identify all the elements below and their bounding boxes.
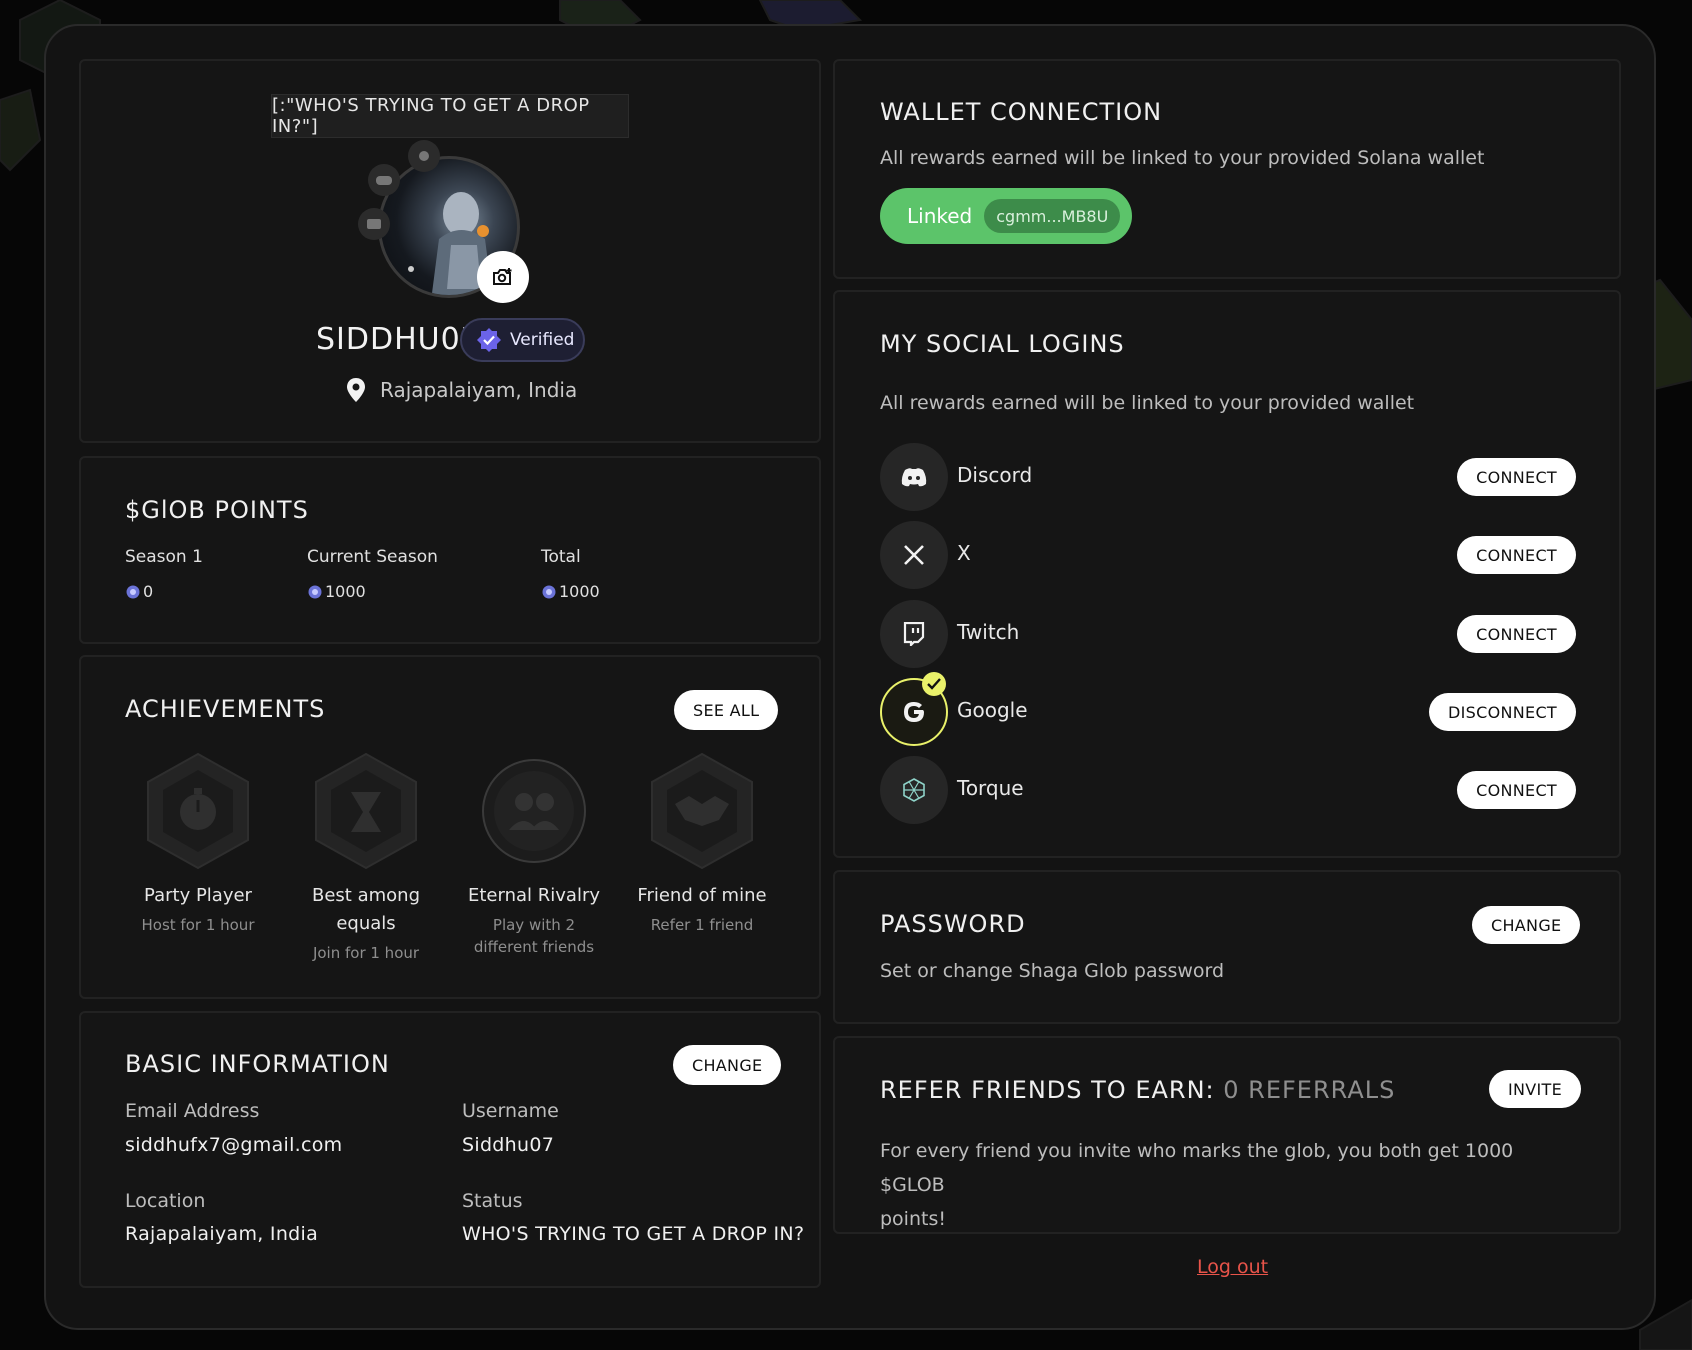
achievement-title: Friend of mine [637,885,767,906]
logout-link[interactable]: Log out [1197,1256,1268,1278]
password-description: Set or change Shaga Glob password [880,960,1225,982]
wallet-address: cgmm...MB8U [984,199,1121,233]
invite-button[interactable]: INVITE [1489,1070,1582,1108]
achievement-friend-of-mine: Friend of mine Refer 1 friend [627,752,777,936]
glob-token-icon [126,585,140,598]
x-icon [880,521,948,589]
social-name: Torque [957,776,1024,800]
achievement-sub: Refer 1 friend [650,916,754,934]
refer-description-line2: points! [880,1208,946,1230]
username-label: Username [462,1100,559,1122]
achievement-eternal-rivalry: Eternal Rivalry Play with 2 different fr… [459,752,609,958]
achievement-sub: Join for 1 hour [312,944,420,962]
points-value: 0 [143,582,154,601]
social-row-twitch: Twitch CONNECT [880,600,1576,668]
achievement-best-among-equals: Best among equals Join for 1 hour [291,752,441,964]
verified-label: Verified [510,330,575,350]
profile-username: SIDDHU07 [316,322,481,357]
connect-discord-button[interactable]: CONNECT [1457,458,1576,496]
satellite-icon [408,140,440,172]
see-all-button[interactable]: SEE ALL [674,690,779,730]
verified-badge: Verified [460,318,585,362]
points-label-total: Total [541,547,581,567]
avatar-area [356,138,532,314]
linked-wallet-pill[interactable]: Linked cgmm...MB8U [880,188,1132,244]
social-row-discord: Discord CONNECT [880,443,1576,511]
connect-torque-button[interactable]: CONNECT [1457,771,1576,809]
email-value: siddhufx7@gmail.com [125,1134,343,1156]
connect-x-button[interactable]: CONNECT [1457,536,1576,574]
stopwatch-icon [147,752,249,870]
social-row-x: X CONNECT [880,521,1576,589]
hourglass-icon [315,752,417,870]
glob-points-title: $GlOB POINTS [125,496,309,524]
refer-title-text: REFER FRIENDS TO EARN: [880,1076,1215,1104]
points-label-season1: Season 1 [125,547,203,567]
points-value: 1000 [325,582,366,601]
achievement-title: Best among equals [312,885,420,934]
social-row-google: Google DISCONNECT [880,672,1576,746]
achievement-title: Party Player [144,885,252,906]
status-label: Status [462,1190,523,1212]
achievement-sub: Play with 2 different friends [473,916,595,956]
referral-count: 0 REFERRALS [1223,1076,1396,1104]
points-value-total: 1000 [541,582,600,601]
social-description: All rewards earned will be linked to you… [880,392,1415,414]
password-card [833,870,1621,1024]
glob-token-icon [542,585,556,598]
refer-description: For every friend you invite who marks th… [880,1134,1580,1236]
wallet-title: WALLET CONNECTION [880,98,1163,126]
glob-token-icon [308,585,322,598]
achievements-title: ACHIEVEMENTS [125,695,326,723]
wallet-connection-card [833,59,1621,279]
disconnect-google-button[interactable]: DISCONNECT [1429,693,1576,731]
wallet-description: All rewards earned will be linked to you… [880,147,1485,169]
change-basic-info-button[interactable]: CHANGE [673,1045,782,1085]
video-icon [358,208,390,240]
gamepad-icon [368,164,400,196]
username-value: Siddhu07 [462,1134,555,1156]
torque-icon [880,756,948,824]
status-value: WHO'S TRYING TO GET A DROP IN? [462,1223,805,1245]
users-icon [482,759,586,863]
change-avatar-button[interactable] [477,251,529,303]
discord-icon [880,443,948,511]
basic-information-title: BASIC INFORMATION [125,1050,390,1078]
achievement-title: Eternal Rivalry [468,885,600,906]
achievement-party-player: Party Player Host for 1 hour [123,752,273,936]
profile-location: Rajapalaiyam, India [346,378,577,402]
twitch-icon [880,600,948,668]
social-name: Twitch [957,620,1020,644]
verified-check-icon [477,328,501,352]
social-name: Google [957,698,1028,722]
connect-twitch-button[interactable]: CONNECT [1457,615,1576,653]
status-quote: [:"WHO'S TRYING TO GET A DROP IN?"] [271,94,629,138]
points-label-current-season: Current Season [307,547,438,567]
social-title: MY SOCIAL LOGINS [880,330,1125,358]
change-password-button[interactable]: CHANGE [1472,906,1581,944]
location-label: Location [125,1190,206,1212]
social-name: Discord [957,463,1033,487]
handshake-icon [651,752,753,870]
location-text: Rajapalaiyam, India [380,378,578,402]
social-row-torque: Torque CONNECT [880,756,1576,824]
points-value-season1: 0 [125,582,153,601]
linked-label: Linked [907,204,973,228]
map-pin-icon [347,378,365,402]
refer-description-line1: For every friend you invite who marks th… [880,1140,1514,1196]
points-value: 1000 [559,582,600,601]
location-value: Rajapalaiyam, India [125,1223,319,1245]
refer-title: REFER FRIENDS TO EARN: 0 REFERRALS [880,1076,1395,1104]
camera-plus-icon [493,268,512,285]
achievement-sub: Host for 1 hour [141,916,255,934]
social-name: X [957,541,971,565]
points-value-current-season: 1000 [307,582,366,601]
password-title: PASSWORD [880,910,1026,938]
connected-check-icon [922,672,946,696]
email-label: Email Address [125,1100,260,1122]
